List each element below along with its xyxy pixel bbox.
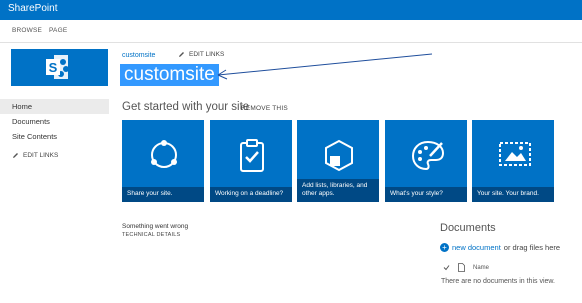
technical-details-link[interactable]: TECHNICAL DETAILS	[122, 232, 180, 238]
drag-files-text: or drag files here	[503, 243, 561, 252]
tile-share-site[interactable]: Share your site.	[122, 120, 204, 202]
palette-icon	[411, 140, 445, 171]
share-icon	[151, 140, 177, 168]
new-document-row: + new document or drag files here	[440, 243, 560, 252]
tile-brand[interactable]: Your site. Your brand.	[472, 120, 554, 202]
documents-column-header: Name	[443, 263, 489, 272]
tile-caption: What's your style?	[385, 187, 467, 202]
documents-title[interactable]: Documents	[440, 222, 496, 234]
document-icon	[458, 263, 465, 272]
tile-caption: Your site. Your brand.	[472, 187, 554, 202]
tile-caption: Add lists, libraries, and other apps.	[297, 179, 379, 202]
get-started-heading: Get started with your site	[122, 101, 250, 113]
tile-caption: Working on a deadline?	[210, 187, 292, 202]
tile-style[interactable]: What's your style?	[385, 120, 467, 202]
hexagon-icon	[325, 139, 353, 172]
checkmark-icon[interactable]	[443, 264, 450, 271]
tile-add-apps[interactable]: Add lists, libraries, and other apps.	[297, 120, 379, 202]
clipboard-check-icon	[240, 139, 264, 172]
error-message: Something went wrong	[122, 223, 189, 230]
column-name[interactable]: Name	[473, 265, 489, 271]
empty-view-text: There are no documents in this view.	[441, 278, 556, 285]
picture-icon	[499, 142, 531, 166]
tile-deadline[interactable]: Working on a deadline?	[210, 120, 292, 202]
new-document-link[interactable]: new document	[452, 243, 501, 252]
remove-this-link[interactable]: REMOVE THIS	[241, 105, 288, 112]
tile-caption: Share your site.	[122, 187, 204, 202]
plus-icon[interactable]: +	[440, 243, 449, 252]
